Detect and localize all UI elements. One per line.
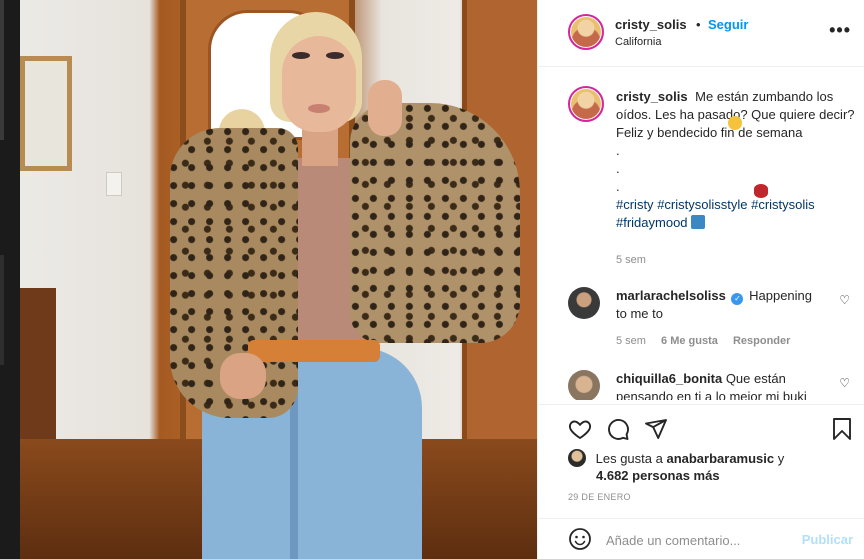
post-date[interactable]: 29 DE ENERO: [568, 492, 631, 502]
likes-summary: Les gusta a anabarbaramusic y 4.682 pers…: [568, 449, 858, 484]
comment-like-heart-icon[interactable]: ♡: [839, 376, 850, 390]
more-options-icon[interactable]: •••: [829, 20, 851, 41]
caption-avatar[interactable]: [568, 86, 604, 122]
woman-in-leopard-jacket: [170, 8, 530, 559]
caption-username[interactable]: cristy_solis: [616, 89, 688, 104]
comment-like-heart-icon[interactable]: ♡: [839, 293, 850, 307]
hashtag-fridaymood[interactable]: #fridaymood: [616, 215, 688, 230]
lips-emoji-icon: [754, 184, 768, 198]
comment-composer: Publicar: [538, 518, 864, 559]
comment-meta: 5 sem 6 Me gusta Responder: [616, 335, 790, 347]
liker-avatar[interactable]: [568, 449, 586, 467]
comment-text: marlarachelsoliss ✓ Happening to me to: [616, 287, 824, 323]
commenter-avatar[interactable]: [568, 370, 600, 400]
wall-picture-frame: [20, 56, 72, 171]
comment-text: chiquilla6_bonita Que están pensando en …: [616, 370, 824, 400]
author-username[interactable]: cristy_solis: [615, 17, 687, 32]
background-edge: [0, 0, 20, 559]
commenter-username[interactable]: chiquilla6_bonita: [616, 371, 722, 386]
caption-age[interactable]: 5 sem: [616, 254, 646, 266]
caption-dot-3: .: [616, 179, 620, 194]
hashtag-cristysolis[interactable]: #cristysolis: [751, 197, 815, 212]
separator-dot: •: [696, 17, 701, 32]
comment-likes-count[interactable]: 6 Me gusta: [661, 335, 718, 347]
post-header: cristy_solis • Seguir California •••: [538, 0, 864, 67]
commenter-username[interactable]: marlarachelsoliss: [616, 288, 726, 303]
light-switch: [106, 172, 122, 196]
caption-dot-1: .: [616, 143, 620, 158]
follow-button[interactable]: Seguir: [708, 17, 748, 32]
author-avatar[interactable]: [568, 14, 604, 50]
smiley-icon[interactable]: [568, 527, 592, 551]
caption-dot-2: .: [616, 161, 620, 176]
caption-text: cristy_solis Me están zumbando los oídos…: [616, 88, 861, 232]
commenter-avatar[interactable]: [568, 287, 600, 319]
post-location[interactable]: California: [615, 36, 661, 48]
reply-button[interactable]: Responder: [733, 335, 790, 347]
repeat-arrows-emoji-icon: [691, 215, 706, 229]
caption-line2: Feliz y bendecido fin de semana: [616, 125, 803, 140]
paper-plane-icon[interactable]: [644, 417, 668, 441]
post-side-panel: cristy_solis • Seguir California ••• cri…: [537, 0, 864, 559]
comment-item: marlarachelsoliss ✓ Happening to me to ♡…: [568, 287, 858, 347]
hashtag-cristysolisstyle[interactable]: #cristysolisstyle: [657, 197, 747, 212]
comment-input[interactable]: [606, 530, 786, 550]
action-bar: Les gusta a anabarbaramusic y 4.682 pers…: [538, 404, 864, 559]
likes-count[interactable]: 4.682 personas más: [596, 467, 858, 484]
publish-button[interactable]: Publicar: [802, 532, 853, 547]
heart-icon[interactable]: [568, 417, 592, 441]
verified-badge-icon: ✓: [731, 293, 744, 305]
comment-item: chiquilla6_bonita Que están pensando en …: [568, 370, 858, 400]
hashtag-cristy[interactable]: #cristy: [616, 197, 654, 212]
comment-age[interactable]: 5 sem: [616, 335, 646, 347]
post-photo[interactable]: [20, 0, 537, 559]
likes-prefix: Les gusta a: [595, 451, 663, 466]
likes-suffix: y: [777, 451, 785, 466]
liker-username[interactable]: anabarbaramusic: [666, 451, 774, 466]
comment-icon[interactable]: [606, 417, 630, 441]
bookmark-icon[interactable]: [830, 417, 854, 441]
thinking-face-emoji-icon: [728, 116, 742, 130]
